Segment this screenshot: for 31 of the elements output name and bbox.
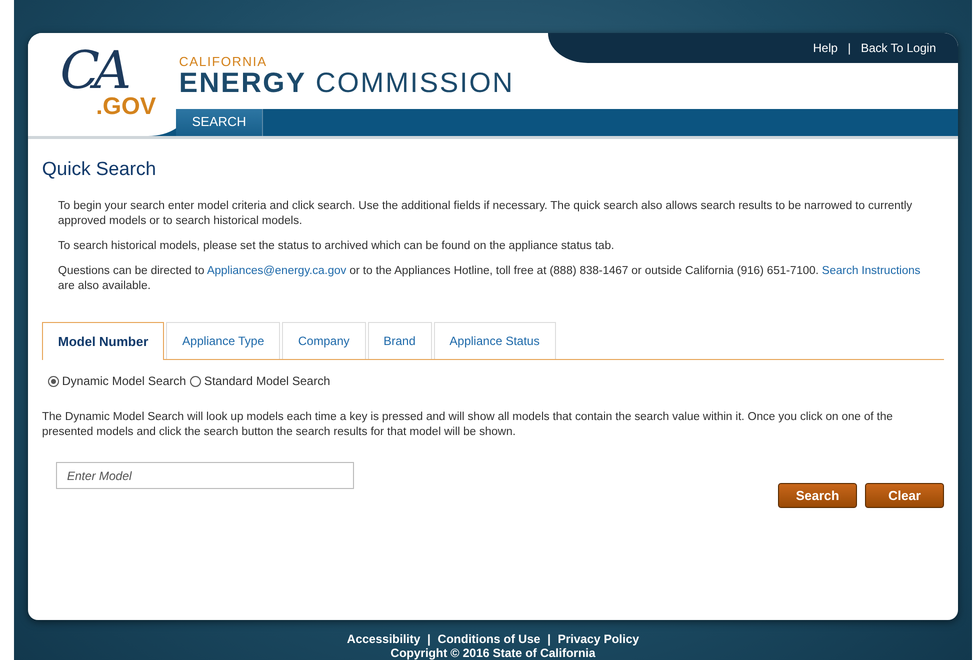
intro-paragraph: Questions can be directed to Appliances@energy.ca.gov or to the Appliances Hotline, toll free at (888) 838-1467 or outside California (916) 651-7100. Search Instructions are also available. — [58, 264, 922, 294]
text-link[interactable]: Appliances@energy.ca.gov — [206, 265, 346, 277]
search-tab[interactable]: Brand — [368, 322, 432, 359]
intro-paragraph: To begin your search enter model criteria and click search. Use the additional fields if necessary. The quick search also allows search results to be narrowed to currently approved models or to search historical models. — [58, 199, 914, 229]
footer-link[interactable]: Privacy Policy — [558, 632, 640, 646]
separator: | — [547, 632, 551, 646]
text-link[interactable]: Search Instructions — [822, 265, 920, 277]
radio-button[interactable] — [48, 376, 59, 386]
search-tab[interactable]: Appliance Status — [434, 322, 556, 359]
separator: | — [427, 632, 431, 646]
page-title: Quick Search — [42, 159, 158, 181]
search-tab[interactable]: Appliance Type — [166, 322, 280, 359]
agency-state: CALIFORNIA — [179, 55, 268, 68]
header-link[interactable]: Help — [813, 41, 838, 55]
header-link[interactable]: Back To Login — [860, 41, 936, 55]
radio-label[interactable]: Dynamic Model Search — [62, 374, 186, 388]
action-button[interactable]: Search — [778, 483, 857, 508]
intro-paragraph: To search historical models, please set the status to archived which can be found on the appliance status tab. — [58, 239, 616, 254]
description-text: The Dynamic Model Search will look up models each time a key is pressed and will show all models that contain the search value within it. Once you click on one of the presented models and click the search button the search results for that model will be shown. — [42, 410, 894, 440]
separator: | — [848, 41, 851, 55]
agency-name: ENERGY COMMISSION — [179, 68, 514, 98]
copyright-text: Copyright © 2016 State of California — [390, 646, 596, 660]
model-input[interactable]: Enter Model — [56, 462, 354, 489]
search-tab[interactable]: Model Number — [42, 322, 164, 360]
nav-tab[interactable]: SEARCH — [176, 109, 264, 136]
radio-button[interactable] — [190, 376, 202, 386]
footer-link[interactable]: Conditions of Use — [438, 632, 540, 646]
search-tab[interactable]: Company — [282, 322, 366, 359]
radio-label[interactable]: Standard Model Search — [204, 374, 330, 388]
action-button[interactable]: Clear — [865, 483, 944, 508]
footer-link[interactable]: Accessibility — [346, 632, 420, 646]
